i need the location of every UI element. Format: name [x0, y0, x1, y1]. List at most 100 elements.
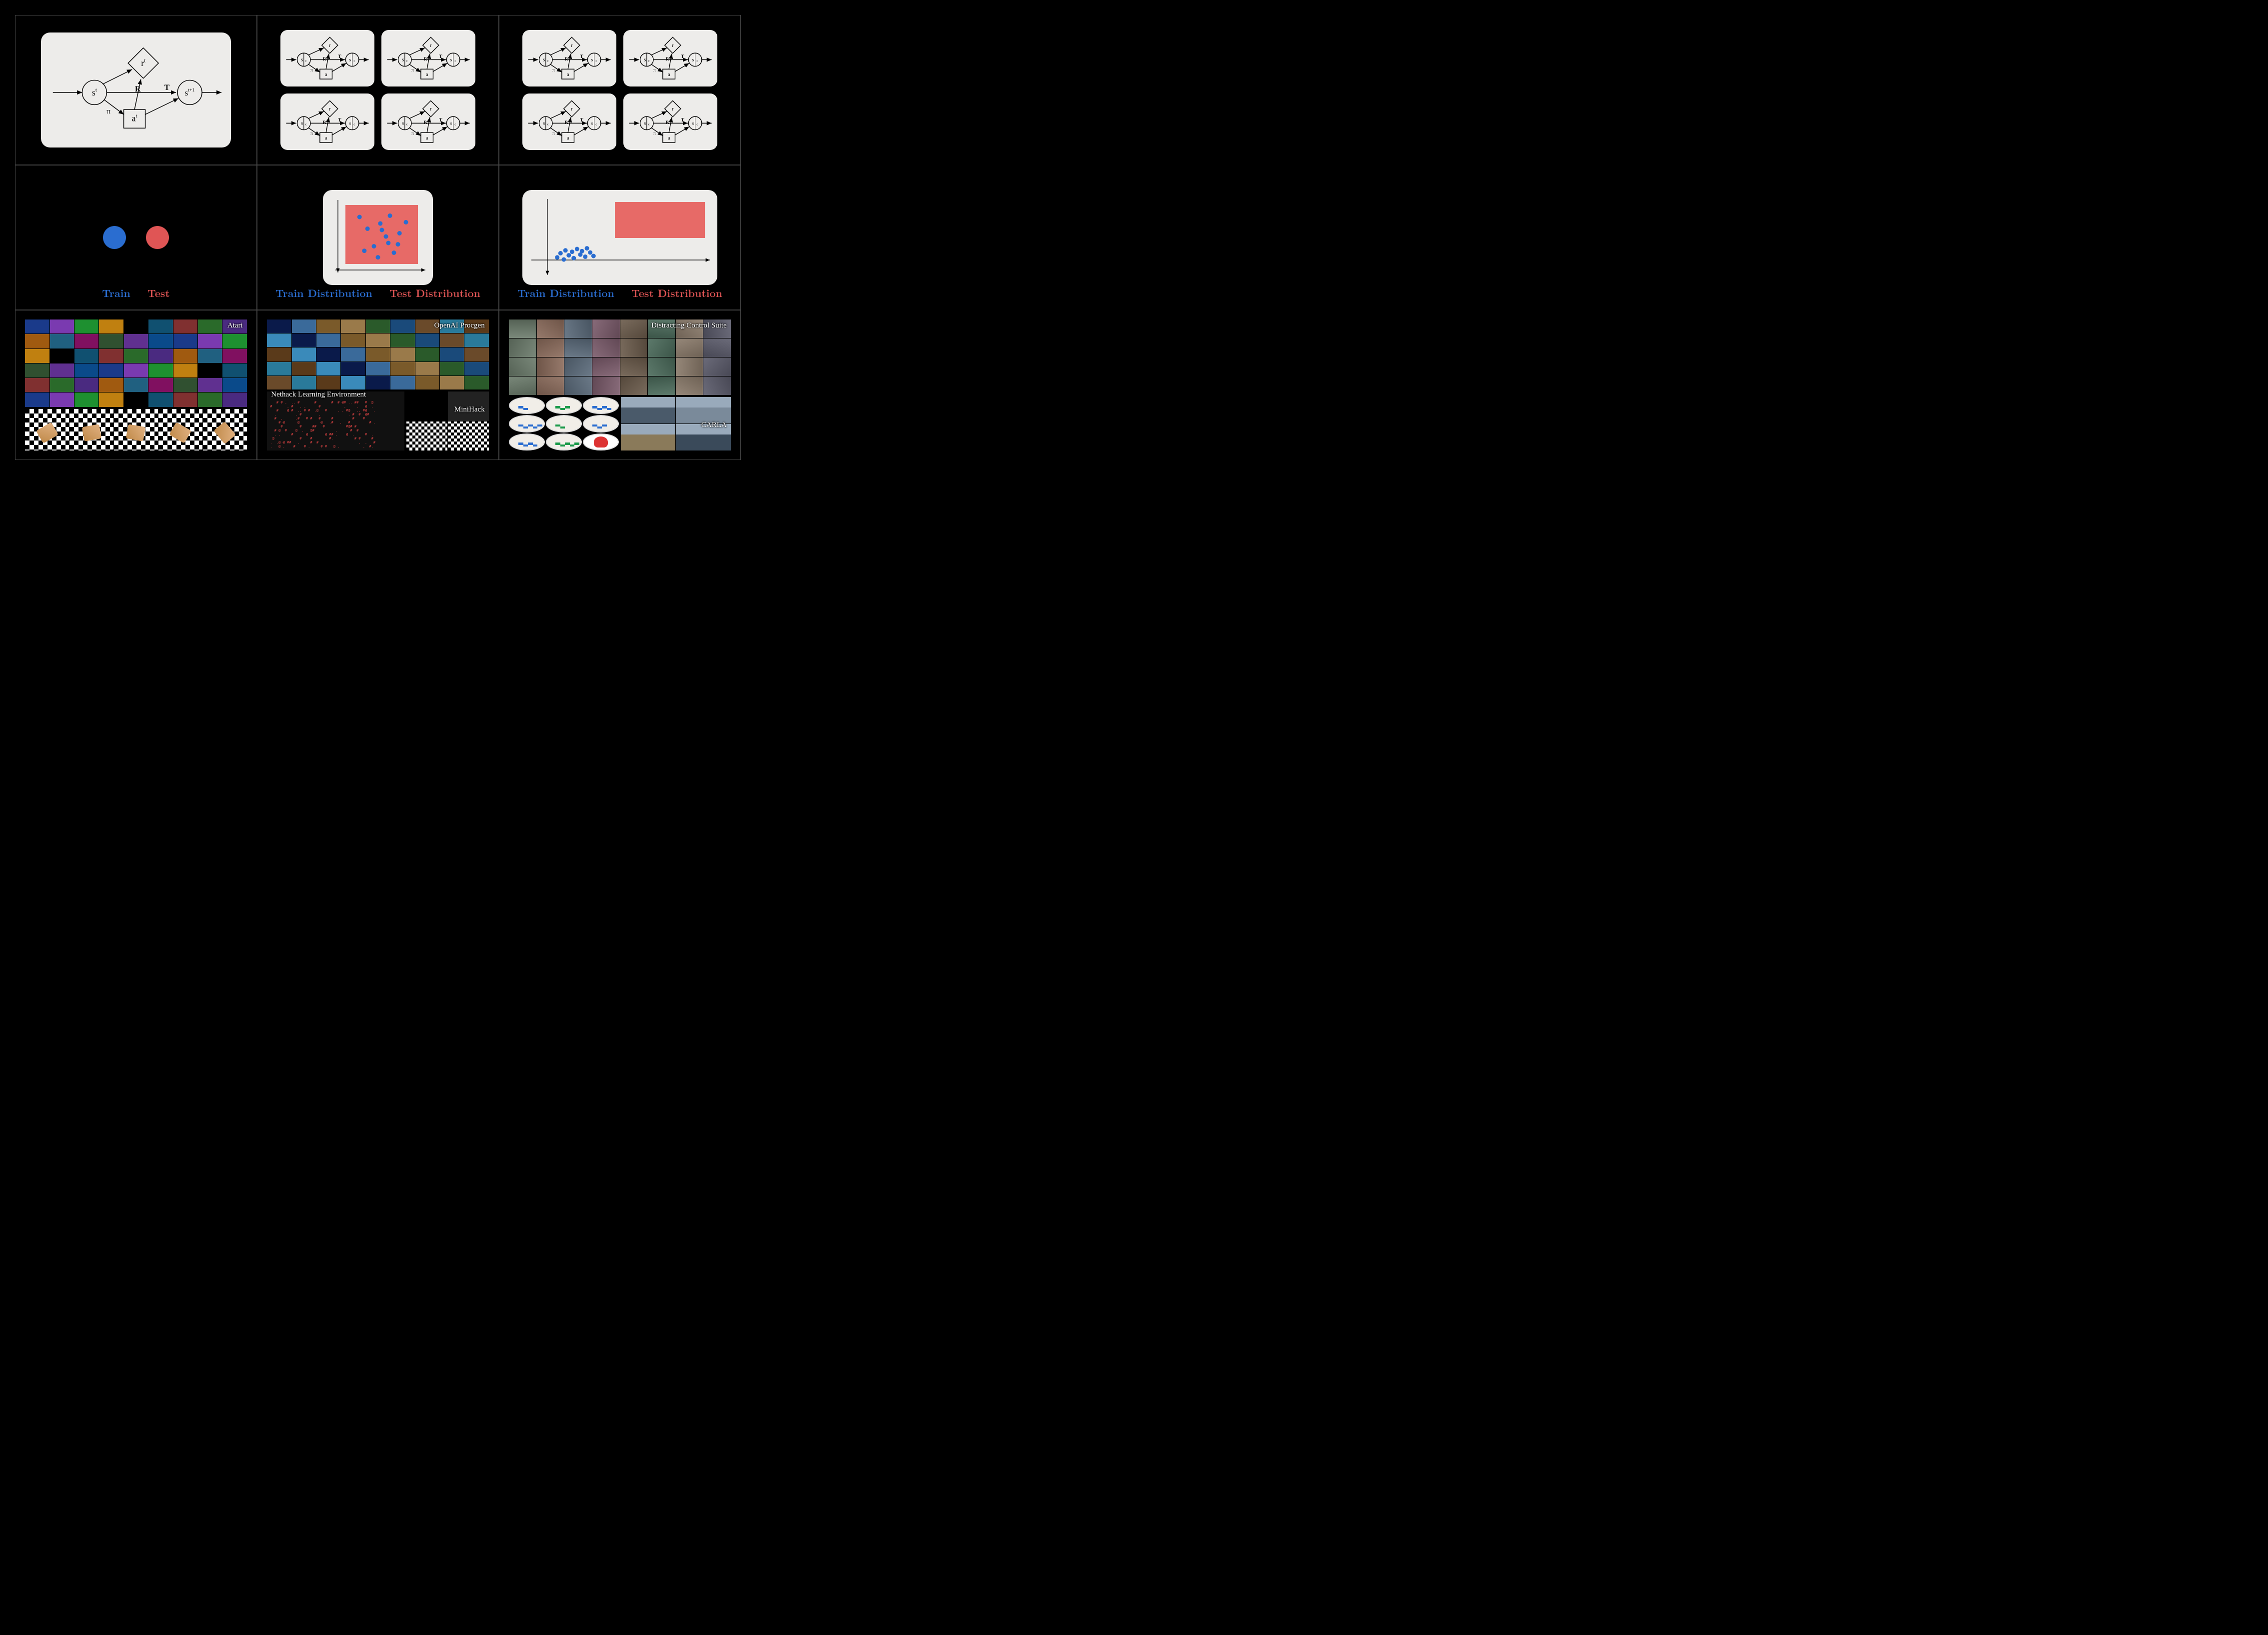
- mdp-mini-grid: [522, 30, 717, 150]
- ood-panel: [522, 190, 717, 285]
- mosaic-tile: [173, 320, 197, 334]
- test-label: Test Distribution: [389, 286, 480, 300]
- mosaic-tile: [390, 334, 414, 347]
- mosaic-tile: [222, 364, 246, 378]
- mosaic-tile: [124, 378, 148, 392]
- mosaic-tile: [222, 392, 246, 406]
- mosaic-tile: [406, 392, 447, 421]
- mini-mdp: [623, 30, 717, 86]
- mosaic-tile: [173, 349, 197, 363]
- mosaic-tile: [198, 349, 222, 363]
- causal-tile: [509, 415, 545, 432]
- mosaic-tile: [99, 392, 123, 406]
- mosaic-tile: [50, 349, 74, 363]
- mosaic-tile: [222, 320, 246, 334]
- mosaic-tile: [620, 358, 648, 376]
- procgen-block: OpenAI Procgen: [267, 320, 488, 390]
- mosaic-tile: [592, 358, 620, 376]
- iid-panel: [323, 190, 433, 285]
- carla-block: CARLA: [621, 397, 731, 451]
- causal-tile: [546, 397, 582, 414]
- mosaic-tile: [99, 378, 123, 392]
- labels-iid: Train Distribution Test Distribution: [257, 286, 498, 300]
- mosaic-tile: [464, 362, 488, 376]
- train-label: Train Distribution: [517, 286, 614, 300]
- mosaic-tile: [74, 378, 98, 392]
- mosaic-tile: [703, 358, 731, 376]
- mosaic-tile: [509, 320, 536, 338]
- mini-mdp: [381, 94, 475, 150]
- nethack-block: Nethack Learning Environment # # . .. # …: [267, 392, 404, 450]
- mosaic-tile: [537, 358, 564, 376]
- mosaic-tile: [25, 378, 49, 392]
- mosaic-tile: [99, 364, 123, 378]
- svg-text:st+1: st+1: [185, 88, 195, 98]
- policy-label: π: [106, 108, 110, 116]
- mdp-diagram: st π at rt R: [48, 40, 224, 140]
- mosaic-tile: [50, 392, 74, 406]
- mosaic-tile: [198, 364, 222, 378]
- mini-mdp: [522, 94, 616, 150]
- train-dot: [103, 226, 126, 249]
- mosaic-tile: [124, 392, 148, 406]
- mosaic-tile: [114, 409, 158, 450]
- mosaic-tile: [415, 376, 439, 390]
- mosaic-tile: [124, 320, 148, 334]
- mosaic-tile: [440, 320, 464, 333]
- mosaic-tile: [99, 334, 123, 348]
- mosaic-tile: [390, 362, 414, 376]
- mosaic-tile: [74, 392, 98, 406]
- mini-mdp: [623, 94, 717, 150]
- mosaic-tile: [341, 376, 365, 390]
- mosaic-tile: [148, 364, 172, 378]
- mosaic-tile: [509, 338, 536, 357]
- mosaic-tile: [173, 392, 197, 406]
- causal-tile: [583, 397, 619, 414]
- mosaic-tile: [564, 320, 592, 338]
- mosaic-tile: [124, 334, 148, 348]
- mosaic-tile: [74, 364, 98, 378]
- mosaic-tile: [390, 376, 414, 390]
- mosaic-tile: [676, 338, 703, 357]
- mosaic-tile: [537, 338, 564, 357]
- mosaic-classic: Atari MuJoCo: [25, 320, 246, 450]
- mosaic-tile: [267, 376, 291, 390]
- test-dot: [146, 226, 169, 249]
- mosaic-tile: [198, 334, 222, 348]
- cell-singleton: Train Test: [15, 165, 257, 310]
- mosaic-tile: [341, 320, 365, 333]
- mosaic-tile: [366, 320, 390, 333]
- cell-benchmarks-classic: Atari MuJoCo: [15, 310, 257, 460]
- mosaic-tile: [292, 334, 316, 347]
- mosaic-tile: [203, 409, 247, 450]
- mosaic-tile: [267, 348, 291, 361]
- mosaic-tile: [676, 376, 703, 395]
- mosaic-tile: [267, 320, 291, 333]
- mosaic-tile: [620, 376, 648, 395]
- labels-singleton: Train Test: [15, 286, 256, 300]
- mosaic-tile: [440, 362, 464, 376]
- singleton-dots: [103, 226, 169, 249]
- mosaic-tile: [390, 348, 414, 361]
- mosaic-tile: [648, 358, 675, 376]
- mini-mdp: [280, 30, 374, 86]
- mosaic-tile: [676, 358, 703, 376]
- mosaic-tile: [415, 348, 439, 361]
- mosaic-tile: [148, 349, 172, 363]
- mosaic-tile: [464, 320, 488, 333]
- sim-bottom-row: CausalWorld CARLA: [509, 397, 730, 451]
- mosaic-tile: [148, 320, 172, 334]
- mosaic-tile: [124, 349, 148, 363]
- mosaic-tile: [703, 338, 731, 357]
- mosaic-tile: [292, 362, 316, 376]
- transition-label: T: [164, 84, 170, 92]
- mini-mdp: [280, 94, 374, 150]
- causal-tile: [583, 434, 619, 451]
- node-state-sup: t: [95, 87, 97, 93]
- mosaic-tile: [124, 364, 148, 378]
- node-action-sup: t: [135, 113, 137, 119]
- cell-single-mdp: st π at rt R: [15, 15, 257, 165]
- mosaic-tile: [341, 334, 365, 347]
- mosaic-tile: [592, 320, 620, 338]
- svg-text:st: st: [92, 87, 97, 98]
